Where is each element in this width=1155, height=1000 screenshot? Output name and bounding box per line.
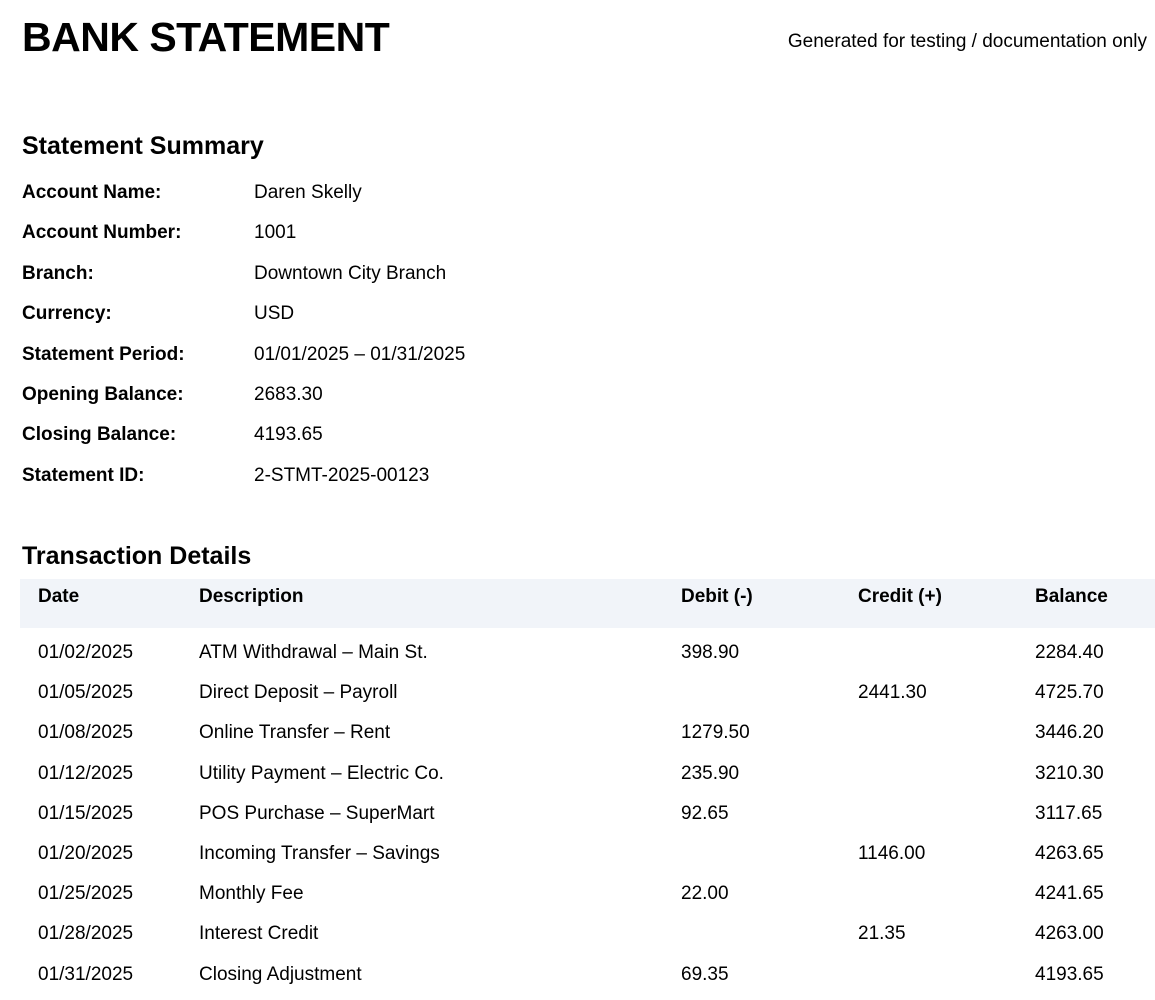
column-header-debit: Debit (-) bbox=[681, 586, 753, 607]
summary-label: Account Name: bbox=[22, 182, 162, 203]
cell-balance: 4241.65 bbox=[1035, 883, 1104, 905]
cell-date: 01/12/2025 bbox=[38, 762, 134, 784]
table-row: 01/31/2025 Closing Adjustment 69.35 4193… bbox=[20, 960, 1155, 1000]
cell-date: 01/31/2025 bbox=[38, 963, 134, 985]
summary-value: Downtown City Branch bbox=[254, 262, 447, 284]
cell-description: Direct Deposit – Payroll bbox=[199, 682, 398, 704]
document-title: BANK STATEMENT bbox=[22, 14, 390, 60]
cell-description: POS Purchase – SuperMart bbox=[199, 802, 435, 824]
summary-row-statement-id: Statement ID: 2-STMT-2025-00123 bbox=[22, 463, 722, 503]
transactions-heading: Transaction Details bbox=[22, 542, 252, 570]
cell-debit: 69.35 bbox=[681, 963, 729, 985]
cell-debit: 1279.50 bbox=[681, 722, 750, 744]
cell-debit: 235.90 bbox=[681, 762, 740, 784]
transactions-table: Date Description Debit (-) Credit (+) Ba… bbox=[20, 579, 1155, 1000]
cell-credit: 2441.30 bbox=[858, 682, 927, 704]
cell-credit: 21.35 bbox=[858, 923, 906, 945]
cell-date: 01/02/2025 bbox=[38, 642, 134, 663]
summary-label: Branch: bbox=[22, 262, 94, 284]
summary-label: Statement ID: bbox=[22, 464, 145, 486]
cell-description: ATM Withdrawal – Main St. bbox=[199, 642, 428, 663]
summary-row-currency: Currency: USD bbox=[22, 301, 722, 341]
summary-row-statement-period: Statement Period: 01/01/2025 – 01/31/202… bbox=[22, 342, 722, 382]
table-row: 01/25/2025 Monthly Fee 22.00 4241.65 bbox=[20, 879, 1155, 919]
cell-date: 01/20/2025 bbox=[38, 842, 134, 864]
cell-balance: 2284.40 bbox=[1035, 642, 1104, 663]
cell-debit: 92.65 bbox=[681, 802, 729, 824]
summary-label: Account Number: bbox=[22, 222, 182, 244]
table-row: 01/08/2025 Online Transfer – Rent 1279.5… bbox=[20, 718, 1155, 758]
summary-value: 2-STMT-2025-00123 bbox=[254, 464, 430, 486]
summary-value: 2683.30 bbox=[254, 383, 323, 405]
cell-balance: 4193.65 bbox=[1035, 963, 1104, 985]
summary-row-branch: Branch: Downtown City Branch bbox=[22, 261, 722, 301]
column-header-credit: Credit (+) bbox=[858, 586, 942, 607]
summary-label: Closing Balance: bbox=[22, 424, 177, 446]
cell-date: 01/05/2025 bbox=[38, 682, 134, 704]
summary-heading: Statement Summary bbox=[22, 132, 264, 160]
generated-note: Generated for testing / documentation on… bbox=[787, 31, 1147, 52]
summary-row-account-number: Account Number: 1001 bbox=[22, 220, 722, 260]
table-body: 01/02/2025 ATM Withdrawal – Main St. 398… bbox=[20, 628, 1155, 1000]
table-row: 01/20/2025 Incoming Transfer – Savings 1… bbox=[20, 839, 1155, 879]
summary-row-opening-balance: Opening Balance: 2683.30 bbox=[22, 382, 722, 422]
statement-summary: Account Name: Daren Skelly Account Numbe… bbox=[22, 180, 722, 503]
cell-debit: 22.00 bbox=[681, 883, 729, 905]
cell-date: 01/08/2025 bbox=[38, 722, 134, 744]
cell-description: Online Transfer – Rent bbox=[199, 722, 391, 744]
table-header: Date Description Debit (-) Credit (+) Ba… bbox=[20, 579, 1155, 628]
cell-debit: 398.90 bbox=[681, 642, 740, 663]
column-header-balance: Balance bbox=[1035, 586, 1108, 607]
summary-value: USD bbox=[254, 303, 295, 325]
statement-header: BANK STATEMENT Generated for testing / d… bbox=[22, 14, 1147, 64]
cell-balance: 4725.70 bbox=[1035, 682, 1104, 704]
cell-balance: 3117.65 bbox=[1035, 802, 1103, 824]
summary-label: Statement Period: bbox=[22, 343, 185, 365]
summary-value: 4193.65 bbox=[254, 424, 323, 446]
summary-value: Daren Skelly bbox=[254, 182, 362, 203]
summary-value: 1001 bbox=[254, 222, 297, 244]
cell-credit: 1146.00 bbox=[858, 842, 926, 864]
cell-description: Utility Payment – Electric Co. bbox=[199, 762, 444, 784]
cell-date: 01/25/2025 bbox=[38, 883, 134, 905]
table-row: 01/15/2025 POS Purchase – SuperMart 92.6… bbox=[20, 799, 1155, 839]
summary-row-closing-balance: Closing Balance: 4193.65 bbox=[22, 422, 722, 462]
summary-label: Currency: bbox=[22, 303, 112, 325]
cell-balance: 4263.00 bbox=[1035, 923, 1104, 945]
cell-date: 01/28/2025 bbox=[38, 923, 134, 945]
cell-balance: 3446.20 bbox=[1035, 722, 1104, 744]
table-row: 01/05/2025 Direct Deposit – Payroll 2441… bbox=[20, 678, 1155, 718]
column-header-date: Date bbox=[38, 586, 80, 607]
table-row: 01/02/2025 ATM Withdrawal – Main St. 398… bbox=[20, 638, 1155, 678]
cell-description: Closing Adjustment bbox=[199, 963, 362, 985]
summary-row-account-name: Account Name: Daren Skelly bbox=[22, 180, 722, 220]
cell-description: Incoming Transfer – Savings bbox=[199, 842, 440, 864]
cell-description: Monthly Fee bbox=[199, 883, 304, 905]
table-row: 01/28/2025 Interest Credit 21.35 4263.00 bbox=[20, 919, 1155, 959]
cell-description: Interest Credit bbox=[199, 923, 319, 945]
column-header-description: Description bbox=[199, 586, 304, 607]
cell-date: 01/15/2025 bbox=[38, 802, 134, 824]
summary-value: 01/01/2025 – 01/31/2025 bbox=[254, 343, 466, 365]
summary-label: Opening Balance: bbox=[22, 383, 184, 405]
cell-balance: 4263.65 bbox=[1035, 842, 1104, 864]
table-row: 01/12/2025 Utility Payment – Electric Co… bbox=[20, 759, 1155, 799]
cell-balance: 3210.30 bbox=[1035, 762, 1104, 784]
